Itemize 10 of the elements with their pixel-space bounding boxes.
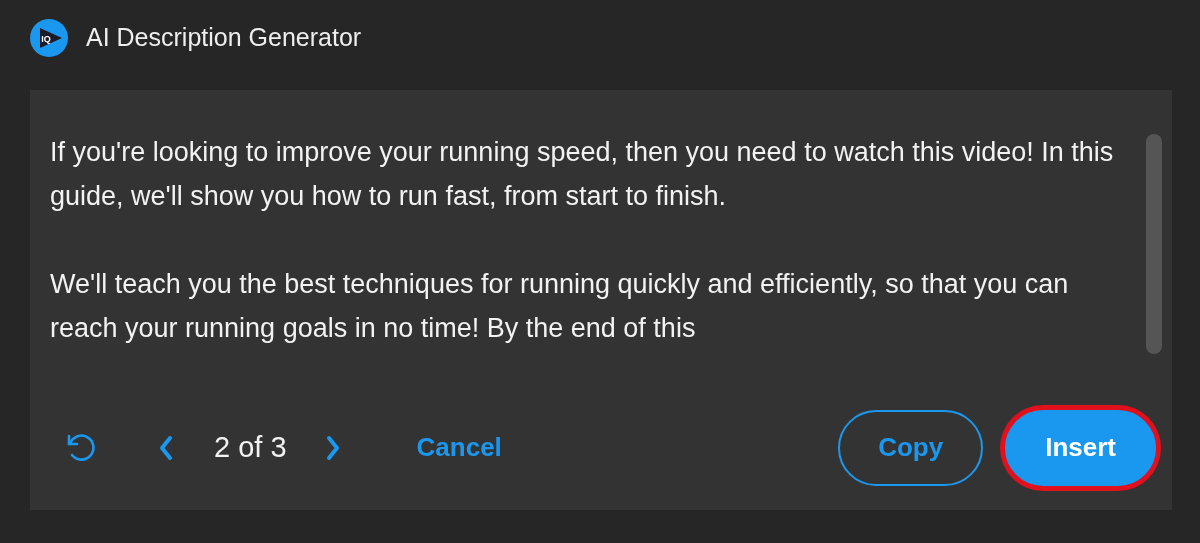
window-title: AI Description Generator bbox=[86, 22, 362, 54]
secondary-button[interactable]: Copy bbox=[838, 409, 984, 486]
next-icon[interactable] bbox=[324, 434, 341, 461]
description-paragraph: We'll teach you the best techniques for running quickly and efficiently, so that you can reach your running goals in no time! By the end of this bbox=[50, 268, 1070, 345]
scrollbar-thumb[interactable] bbox=[1146, 134, 1162, 354]
cancel-button[interactable]: Cancel bbox=[416, 428, 502, 467]
description-paragraph: If you're looking to improve your running speed, then you need to watch this video! In this guide, we'll show you how to run fast, from start to finish. bbox=[50, 136, 1115, 213]
logo-icon: IQ bbox=[30, 19, 68, 57]
previous-icon[interactable] bbox=[158, 434, 174, 461]
page-counter: 2 of 3 bbox=[214, 429, 287, 465]
